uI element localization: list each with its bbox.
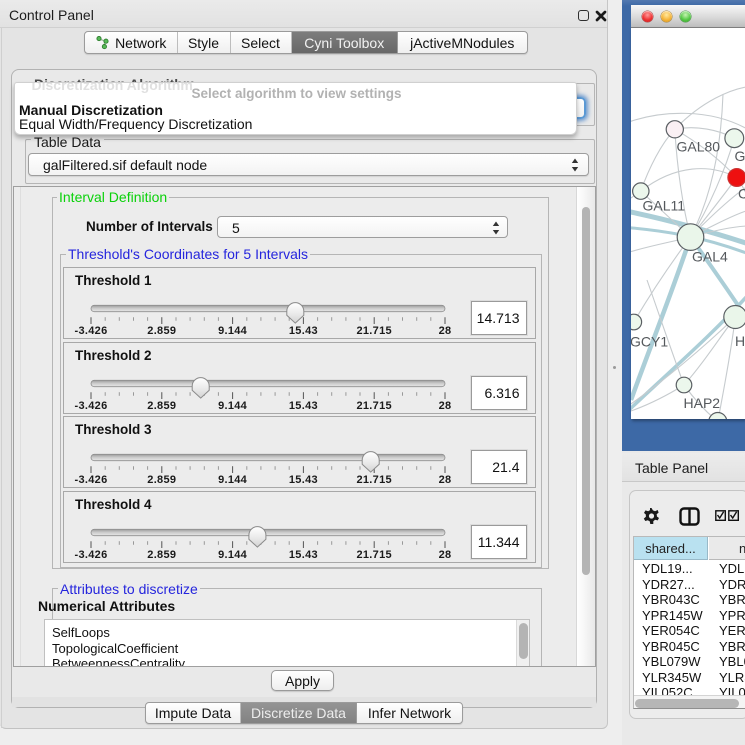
svg-text:GAL80: GAL80 — [677, 139, 721, 155]
svg-text:9.144: 9.144 — [218, 549, 248, 561]
svg-text:9.144: 9.144 — [218, 400, 248, 412]
svg-text:21.715: 21.715 — [356, 549, 391, 561]
svg-text:GAL11: GAL11 — [643, 198, 686, 214]
svg-text:-3.426: -3.426 — [75, 474, 108, 486]
svg-text:21.715: 21.715 — [356, 325, 391, 337]
svg-text:15.43: 15.43 — [289, 549, 318, 561]
svg-text:15.43: 15.43 — [289, 325, 318, 337]
svg-text:GCY1: GCY1 — [631, 334, 668, 350]
svg-text:2.859: 2.859 — [147, 549, 176, 561]
svg-text:15.43: 15.43 — [289, 400, 318, 412]
svg-text:2.859: 2.859 — [147, 474, 176, 486]
svg-text:21.715: 21.715 — [356, 400, 391, 412]
svg-text:9.144: 9.144 — [218, 325, 248, 337]
svg-text:GAL4: GAL4 — [692, 249, 728, 265]
svg-text:GA: GA — [735, 148, 745, 164]
svg-text:15.43: 15.43 — [289, 474, 318, 486]
svg-text:2.859: 2.859 — [147, 400, 176, 412]
svg-text:21.715: 21.715 — [356, 474, 391, 486]
svg-text:H: H — [735, 333, 745, 349]
svg-text:28: 28 — [439, 549, 452, 561]
svg-text:28: 28 — [439, 474, 452, 486]
svg-text:C: C — [738, 186, 745, 202]
svg-text:-3.426: -3.426 — [75, 549, 108, 561]
svg-text:28: 28 — [439, 325, 452, 337]
svg-text:-3.426: -3.426 — [75, 325, 108, 337]
svg-text:28: 28 — [439, 400, 452, 412]
svg-text:-3.426: -3.426 — [75, 400, 108, 412]
svg-text:HAP2: HAP2 — [684, 395, 721, 411]
svg-text:2.859: 2.859 — [147, 325, 176, 337]
svg-text:9.144: 9.144 — [218, 474, 248, 486]
